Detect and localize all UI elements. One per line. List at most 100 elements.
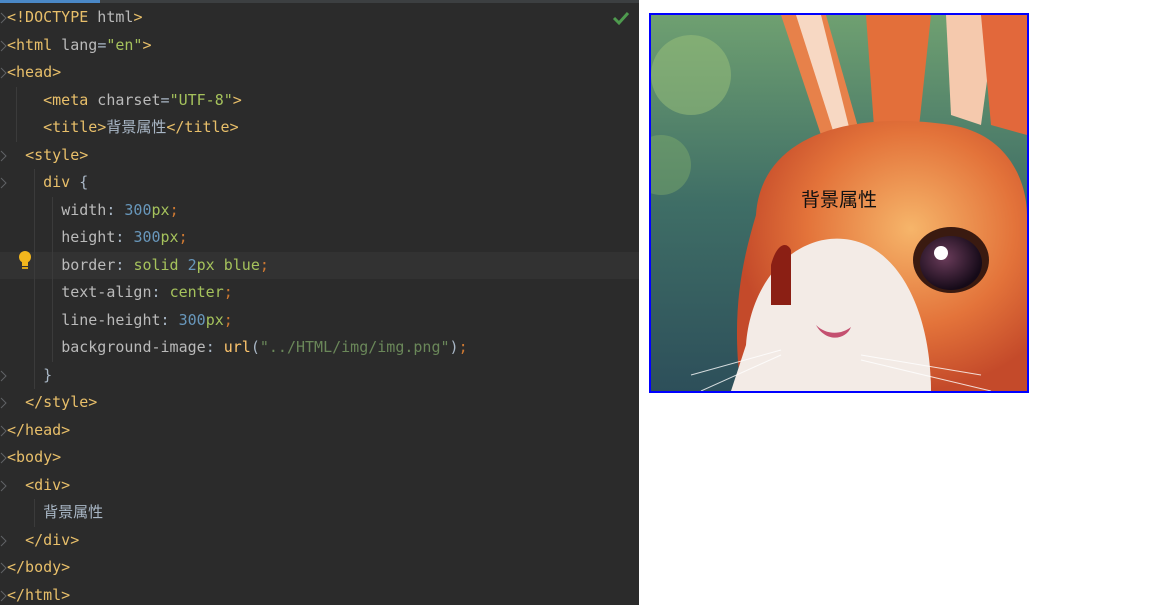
code-token: </style> (25, 393, 98, 411)
fold-marker-icon[interactable] (0, 452, 7, 464)
fold-marker-icon[interactable] (0, 12, 7, 24)
code-token: </div> (25, 530, 80, 549)
fold-marker-icon[interactable] (0, 590, 7, 602)
fold-marker-icon[interactable] (0, 480, 7, 492)
fold-marker-icon[interactable] (0, 40, 7, 52)
code-token: ; (458, 338, 468, 356)
code-token: 2 (187, 255, 197, 274)
lightbulb-icon[interactable] (17, 250, 33, 272)
code-text: <html lang="en"> (7, 32, 152, 60)
code-token: : (160, 310, 179, 329)
code-text: text-align: center; (7, 279, 233, 307)
fold-marker-icon[interactable] (0, 67, 7, 79)
code-line[interactable]: height: 300px; (0, 224, 639, 252)
code-line[interactable]: </div> (0, 527, 639, 555)
code-token: <div> (25, 475, 71, 494)
code-token: height (61, 228, 116, 246)
editor-tab-strip (0, 0, 639, 3)
fold-marker-icon[interactable] (0, 425, 7, 437)
code-token: ; (223, 283, 233, 301)
code-token: <style> (25, 145, 89, 164)
code-token: ; (178, 228, 188, 246)
code-token: px (151, 200, 170, 219)
check-icon (612, 11, 630, 26)
code-text: 背景属性 (7, 499, 103, 527)
code-text: div { (7, 169, 88, 197)
code-token: { (70, 173, 89, 191)
code-token: html (88, 8, 134, 26)
fold-marker-icon[interactable] (0, 535, 7, 547)
code-token: : (115, 228, 134, 246)
code-token: </body> (7, 558, 71, 576)
code-line[interactable]: <body> (0, 444, 639, 472)
code-line[interactable]: <head> (0, 59, 639, 87)
code-token: "en" (106, 35, 143, 54)
code-text: <style> (7, 142, 88, 170)
code-token: width (61, 200, 107, 219)
code-line[interactable]: text-align: center; (0, 279, 639, 307)
fold-marker-icon[interactable] (0, 397, 7, 409)
code-line[interactable]: line-height: 300px; (0, 306, 639, 335)
code-token: ; (169, 200, 179, 219)
code-line[interactable]: </body> (0, 554, 639, 582)
code-line[interactable]: </head> (0, 417, 639, 445)
code-line[interactable]: <div> (0, 472, 639, 500)
fold-marker-icon[interactable] (0, 562, 7, 574)
code-line[interactable]: </style> (0, 389, 639, 417)
code-line[interactable]: 背景属性 (0, 499, 639, 527)
code-line[interactable]: <!DOCTYPE html> (0, 4, 639, 32)
code-text: width: 300px; (7, 197, 179, 225)
code-token: div (43, 173, 71, 191)
code-line[interactable]: <meta charset="UTF-8"> (0, 86, 639, 115)
code-line[interactable]: width: 300px; (0, 196, 639, 225)
code-text: <!DOCTYPE html> (7, 4, 142, 32)
code-token: : (115, 255, 134, 274)
code-text: <head> (7, 59, 61, 87)
code-token: > (142, 35, 152, 54)
code-line[interactable]: div { (0, 169, 639, 197)
code-token: <!DOCTYPE (7, 8, 89, 26)
code-token: </head> (7, 420, 71, 439)
code-text: <meta charset="UTF-8"> (7, 87, 242, 115)
code-lines[interactable]: <!DOCTYPE html> <html lang="en"> <head> <m… (0, 4, 639, 605)
fold-marker-icon[interactable] (0, 177, 7, 189)
code-editor[interactable]: <!DOCTYPE html> <html lang="en"> <head> <m… (0, 0, 639, 605)
code-line[interactable]: background-image: url("../HTML/img/img.p… (0, 334, 639, 362)
code-text: </head> (7, 417, 70, 445)
code-text: line-height: 300px; (7, 307, 233, 335)
code-text: </html> (7, 582, 70, 605)
code-line[interactable]: border: solid 2px blue; (0, 251, 639, 279)
code-token: 300 (178, 310, 206, 329)
code-token: "../HTML/img/img.png" (259, 338, 450, 356)
code-line[interactable]: </html> (0, 582, 639, 605)
code-token: border (61, 255, 116, 274)
code-line[interactable]: <title>背景属性</title> (0, 114, 639, 142)
fold-marker-icon[interactable] (0, 150, 7, 162)
fold-marker-icon[interactable] (0, 370, 7, 382)
code-text: height: 300px; (7, 224, 188, 252)
code-token: } (7, 365, 53, 384)
code-line[interactable]: <style> (0, 142, 639, 170)
code-token: <html (7, 35, 53, 54)
code-text: background-image: url("../HTML/img/img.p… (7, 334, 468, 362)
code-token: charset (88, 90, 161, 109)
code-token: background-image (61, 338, 206, 356)
code-token: : (151, 283, 170, 301)
code-token: url (223, 338, 251, 356)
code-token: center (169, 283, 224, 301)
code-token: line-height (61, 310, 161, 329)
code-token: ; (259, 255, 269, 274)
code-line[interactable]: <html lang="en"> (0, 32, 639, 60)
code-token: 300 (124, 200, 152, 219)
code-token: 背景属性 (106, 118, 167, 136)
code-line[interactable]: } (0, 361, 639, 389)
